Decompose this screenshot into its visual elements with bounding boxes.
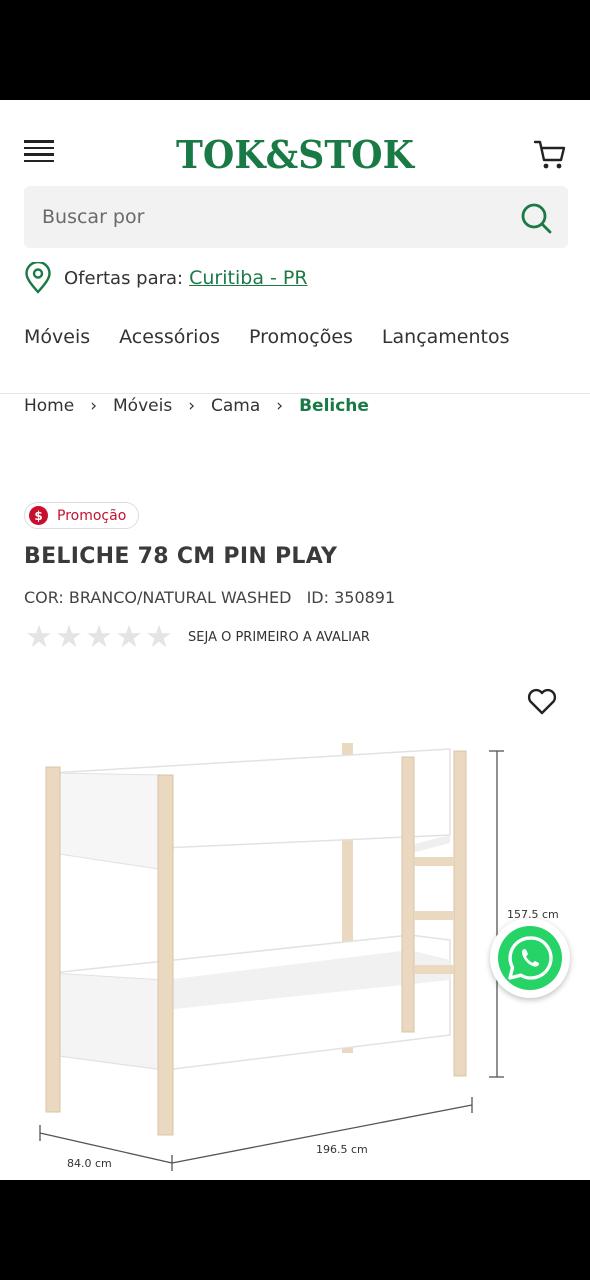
shopping-cart-icon[interactable] <box>532 136 568 172</box>
star-icon: ★ <box>115 619 143 655</box>
heart-icon[interactable] <box>526 686 558 716</box>
delivery-location: Ofertas para: Curitiba - PR <box>24 262 308 294</box>
nav-item-lancamentos[interactable]: Lançamentos <box>382 326 510 358</box>
nav-item-acessorios[interactable]: Acessórios <box>119 326 220 358</box>
product-id: ID: 350891 <box>306 588 396 607</box>
breadcrumb-cama[interactable]: Cama <box>211 396 260 416</box>
nav-item-promocoes[interactable]: Promoções <box>249 326 353 358</box>
star-icon: ★ <box>145 619 173 655</box>
breadcrumb: Home › Móveis › Cama › Beliche <box>24 394 369 418</box>
search-bar <box>24 186 568 248</box>
navigation-bar <box>0 1180 590 1280</box>
location-label: Ofertas para: <box>64 267 184 289</box>
chevron-right-icon: › <box>188 396 195 416</box>
chevron-right-icon: › <box>90 396 98 416</box>
product-meta: COR: BRANCO/NATURAL WASHED ID: 350891 <box>24 588 395 607</box>
star-icon: ★ <box>25 619 53 655</box>
dimension-depth-label: 84.0 cm <box>67 1157 112 1170</box>
star-icon: ★ <box>55 619 83 655</box>
first-review-link[interactable]: SEJA O PRIMEIRO A AVALIAR <box>188 630 370 645</box>
dollar-icon: $ <box>29 506 48 525</box>
whatsapp-icon-bg <box>498 926 562 990</box>
location-pin-icon <box>25 262 51 294</box>
whatsapp-button[interactable] <box>490 918 570 998</box>
nav-item-moveis[interactable]: Móveis <box>24 326 90 358</box>
search-icon[interactable] <box>518 200 554 236</box>
breadcrumb-moveis[interactable]: Móveis <box>113 396 172 416</box>
product-rating: ★ ★ ★ ★ ★ SEJA O PRIMEIRO A AVALIAR <box>24 619 370 655</box>
product-color: COR: BRANCO/NATURAL WASHED <box>24 588 292 607</box>
search-input[interactable] <box>24 186 504 248</box>
product-image[interactable]: 157.5 cm 84.0 cm 196.5 cm <box>30 735 570 1175</box>
dimension-length-label: 196.5 cm <box>316 1143 368 1156</box>
rating-stars[interactable]: ★ ★ ★ ★ ★ <box>24 619 174 655</box>
site-header: TOK&STOK <box>0 100 590 184</box>
category-nav: Móveis Acessórios Promoções Lançamentos <box>24 326 539 358</box>
breadcrumb-home[interactable]: Home <box>24 396 74 416</box>
location-city-link[interactable]: Curitiba - PR <box>189 267 307 289</box>
star-icon: ★ <box>85 619 113 655</box>
logo-text: TOK&STOK <box>176 132 416 177</box>
breadcrumb-current: Beliche <box>299 396 369 416</box>
status-bar <box>0 0 590 100</box>
hamburger-menu-icon[interactable] <box>24 140 56 168</box>
tokstok-logo[interactable]: TOK&STOK <box>170 130 420 180</box>
whatsapp-icon <box>508 936 553 980</box>
promo-badge: $ Promoção <box>24 502 140 529</box>
product-title: BELICHE 78 CM PIN PLAY <box>24 544 338 569</box>
promo-badge-label: Promoção <box>57 507 127 524</box>
chevron-right-icon: › <box>276 396 284 416</box>
